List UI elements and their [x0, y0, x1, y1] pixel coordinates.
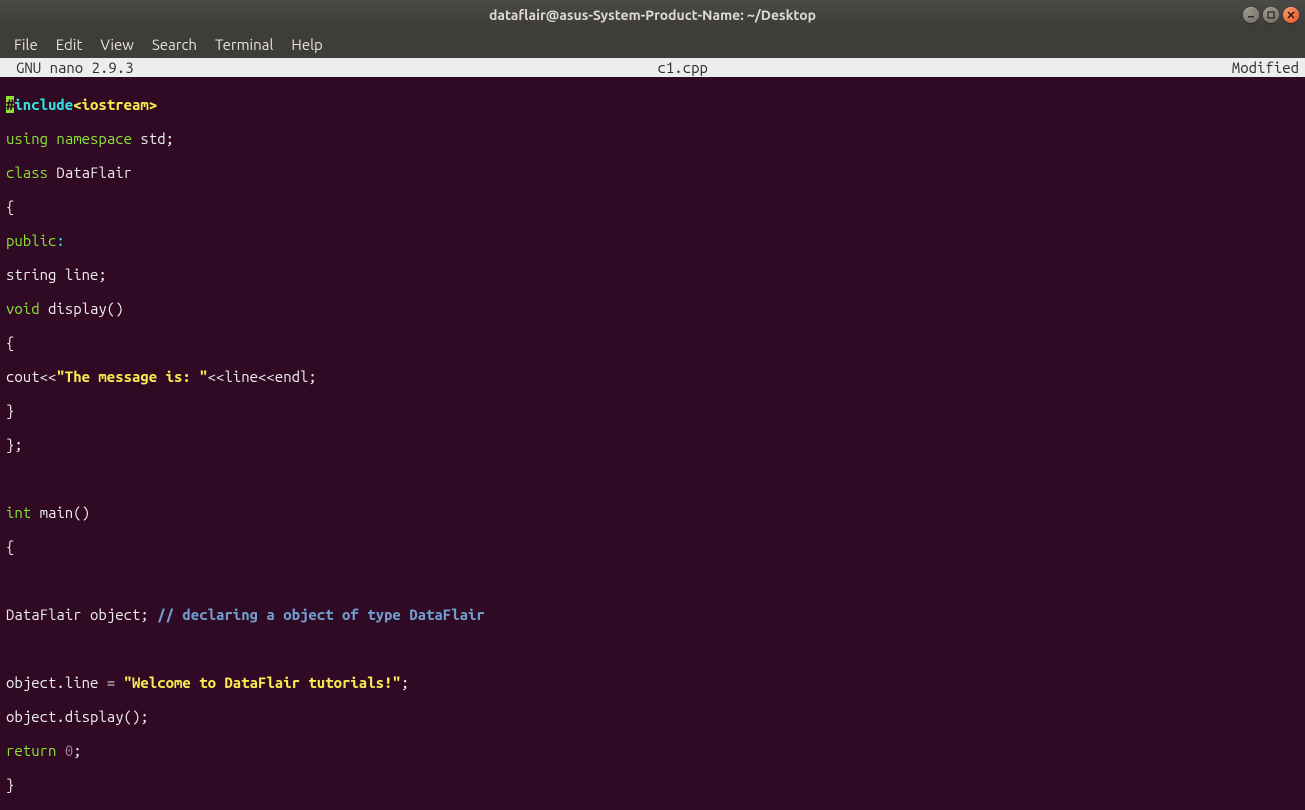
menu-view[interactable]: View	[92, 33, 142, 56]
code-line: };	[6, 436, 1305, 453]
code-line: {	[6, 198, 1305, 215]
code-line: void display()	[6, 300, 1305, 317]
nano-version: GNU nano 2.9.3	[2, 59, 134, 76]
nano-status-bar: GNU nano 2.9.3 c1.cpp Modified	[0, 58, 1305, 77]
nano-modified: Modified	[1232, 59, 1303, 76]
code-line: object.display();	[6, 708, 1305, 725]
code-line: {	[6, 334, 1305, 351]
window-controls	[1243, 7, 1299, 23]
code-line: return 0;	[6, 742, 1305, 759]
close-icon[interactable]	[1283, 7, 1299, 23]
minimize-icon[interactable]	[1243, 7, 1259, 23]
code-line: cout<<"The message is: "<<line<<endl;	[6, 368, 1305, 385]
editor-area[interactable]: #include<iostream> using namespace std; …	[0, 77, 1305, 810]
code-line: {	[6, 538, 1305, 555]
code-line: DataFlair object; // declaring a object …	[6, 606, 1305, 623]
code-line: string line;	[6, 266, 1305, 283]
code-line: class DataFlair	[6, 164, 1305, 181]
nano-filename: c1.cpp	[134, 59, 1232, 76]
menu-file[interactable]: File	[6, 33, 46, 56]
window-title: dataflair@asus-System-Product-Name: ~/De…	[489, 7, 816, 23]
code-line: using namespace std;	[6, 130, 1305, 147]
code-line: }	[6, 402, 1305, 419]
code-line: }	[6, 776, 1305, 793]
code-line: public:	[6, 232, 1305, 249]
preproc-kw: include	[14, 96, 73, 113]
maximize-icon[interactable]	[1263, 7, 1279, 23]
code-line	[6, 470, 1305, 487]
code-line	[6, 640, 1305, 657]
menu-search[interactable]: Search	[144, 33, 205, 56]
window-titlebar: dataflair@asus-System-Product-Name: ~/De…	[0, 0, 1305, 30]
code-comment: // declaring a object of type DataFlair	[157, 606, 485, 623]
menubar: File Edit View Search Terminal Help	[0, 30, 1305, 58]
preproc-hdr: <iostream>	[73, 96, 157, 113]
menu-edit[interactable]: Edit	[48, 33, 91, 56]
menu-help[interactable]: Help	[283, 33, 330, 56]
menu-terminal[interactable]: Terminal	[207, 33, 281, 56]
code-line	[6, 572, 1305, 589]
code-line: int main()	[6, 504, 1305, 521]
code-line: #include<iostream>	[6, 96, 1305, 113]
